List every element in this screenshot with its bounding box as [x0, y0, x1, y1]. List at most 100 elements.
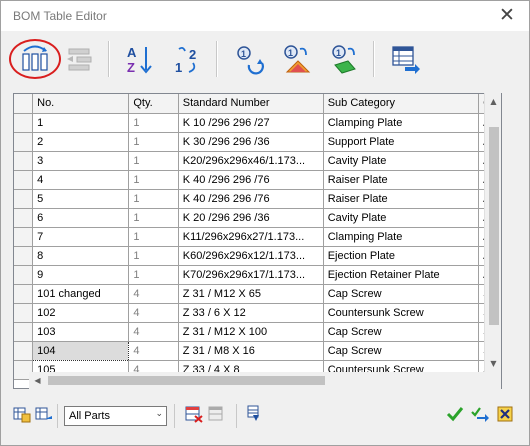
cell-no[interactable]: 5 [32, 189, 130, 209]
cell-qty[interactable]: 1 [128, 208, 179, 228]
table-row[interactable]: 41K 40 /296 296 /76Raiser PlateAs [14, 170, 501, 190]
table-row[interactable]: 9 1 K70/296x296x17/1.173... Ejection Retain… [14, 265, 501, 285]
cell-standard-number[interactable]: K 40 /296 296 /76 [178, 170, 324, 190]
export-level-button[interactable]: 1 [324, 39, 364, 79]
cell-qty[interactable]: 4 [128, 284, 179, 304]
table-row[interactable]: 71K11/296x296x27/1.173...Clamping PlateA… [14, 227, 501, 247]
cell-qty[interactable]: 1 [128, 170, 179, 190]
delete-row-button[interactable] [185, 405, 203, 423]
cell-standard-number[interactable]: K60/296x296x12/1.173... [178, 246, 324, 266]
horizontal-scrollbar[interactable]: ◀ ▶ [29, 372, 501, 389]
row-header[interactable] [14, 208, 34, 228]
table-row[interactable]: 51K 40 /296 296 /76Raiser PlateAs [14, 189, 501, 209]
cell-sub-category[interactable]: Cap Screw [323, 322, 480, 342]
ok-button[interactable] [446, 405, 464, 423]
cell-sub-category[interactable]: Clamping Plate [323, 227, 480, 247]
cell-no[interactable]: 4 [32, 170, 130, 190]
table-row[interactable]: 1024Z 33 / 6 X 12Countersunk ScrewSc [14, 303, 501, 323]
close-button[interactable]: ✕ [495, 4, 519, 28]
cell-qty[interactable]: 1 [128, 151, 179, 171]
table-row[interactable]: 1044Z 31 / M8 X 16Cap ScrewSc [14, 340, 501, 361]
cell-standard-number[interactable]: K11/296x296x27/1.173... [178, 227, 324, 247]
cell-sub-category[interactable]: Raiser Plate [323, 170, 480, 190]
cell-no[interactable]: 3 [32, 151, 130, 171]
refresh-button[interactable]: 1 [229, 39, 269, 79]
cell-no[interactable]: 1 [32, 113, 130, 133]
cell-standard-number[interactable]: K20/296x296x46/1.173... [178, 151, 324, 171]
row-header[interactable] [14, 246, 34, 266]
copy-row-button[interactable] [35, 405, 53, 423]
row-header[interactable] [14, 170, 34, 190]
column-header-sub-category[interactable]: Sub Category [323, 94, 480, 114]
cell-sub-category[interactable]: Clamping Plate [323, 113, 480, 133]
add-row-button[interactable] [13, 405, 31, 423]
table-row[interactable]: 11K 10 /296 296 /27Clamping PlateAs [14, 113, 501, 133]
row-header[interactable] [14, 227, 34, 247]
cell-standard-number[interactable]: K 30 /296 296 /36 [178, 132, 324, 152]
row-header[interactable] [14, 151, 34, 171]
column-header-standard-number[interactable]: Standard Number [178, 94, 324, 114]
apply-button[interactable] [471, 405, 489, 423]
table-row[interactable]: 81K60/296x296x12/1.173...Ejection PlateA… [14, 246, 501, 266]
cell-standard-number[interactable]: K70/296x296x17/1.173... [178, 265, 324, 285]
cell-no[interactable]: 6 [32, 208, 130, 228]
cell-no[interactable]: 103 [32, 322, 130, 342]
cell-qty[interactable]: 1 [128, 132, 179, 152]
cell-sub-category[interactable]: Cavity Plate [323, 151, 480, 171]
sort-az-button[interactable]: A Z [119, 39, 159, 79]
column-header-no[interactable]: No. [32, 94, 130, 114]
column-header-qty[interactable]: Qty. [128, 94, 179, 114]
cell-qty[interactable]: 1 [128, 265, 179, 285]
row-header[interactable] [14, 322, 34, 342]
cell-standard-number[interactable]: K 10 /296 296 /27 [178, 113, 324, 133]
cell-no[interactable]: 9 [32, 265, 130, 285]
row-header[interactable] [14, 341, 34, 361]
move-columns-button[interactable] [59, 39, 99, 79]
cell-standard-number[interactable]: Z 31 / M12 X 65 [178, 284, 324, 304]
cell-sub-category[interactable]: Support Plate [323, 132, 480, 152]
cell-sub-category[interactable]: Ejection Plate [323, 246, 480, 266]
cell-no[interactable]: 104 [32, 340, 130, 361]
export-table-button[interactable] [385, 39, 425, 79]
scroll-down-arrow[interactable]: ▼ [485, 355, 502, 372]
parts-filter-select[interactable]: All Parts ⌄ [64, 406, 167, 426]
sort-numeric-button[interactable]: 2 1 [167, 39, 207, 79]
cell-sub-category[interactable]: Ejection Retainer Plate [323, 265, 480, 285]
cell-qty[interactable]: 1 [128, 113, 179, 133]
cell-no[interactable]: 8 [32, 246, 130, 266]
cell-standard-number[interactable]: K 20 /296 296 /36 [178, 208, 324, 228]
exit-button[interactable] [496, 405, 514, 423]
row-header[interactable] [14, 303, 34, 323]
cell-qty[interactable]: 4 [128, 322, 179, 342]
cell-qty[interactable]: 4 [128, 341, 179, 361]
cell-no[interactable]: 2 [32, 132, 130, 152]
scroll-up-arrow[interactable]: ▲ [485, 93, 502, 110]
vertical-scroll-thumb[interactable] [489, 127, 499, 325]
cell-sub-category[interactable]: Cap Screw [323, 284, 480, 304]
disabled-row-button[interactable] [208, 405, 226, 423]
cell-standard-number[interactable]: K 40 /296 296 /76 [178, 189, 324, 209]
horizontal-scroll-thumb[interactable] [48, 376, 325, 385]
row-header[interactable] [14, 113, 34, 133]
cell-qty[interactable]: 1 [128, 189, 179, 209]
table-row[interactable]: 1034Z 31 / M12 X 100Cap ScrewSc [14, 322, 501, 342]
cell-sub-category[interactable]: Countersunk Screw [323, 303, 480, 323]
cell-qty[interactable]: 1 [128, 246, 179, 266]
cell-no[interactable]: 101 changed [32, 284, 130, 304]
row-header[interactable] [14, 284, 34, 304]
cell-qty[interactable]: 1 [128, 227, 179, 247]
insert-column-button[interactable] [15, 39, 55, 79]
download-button[interactable] [245, 405, 263, 423]
vertical-scrollbar[interactable]: ▲ ▼ [484, 93, 501, 372]
table-row[interactable]: 61K 20 /296 296 /36Cavity PlateAs [14, 208, 501, 228]
cell-sub-category[interactable]: Cavity Plate [323, 208, 480, 228]
cell-sub-category[interactable]: Cap Screw [323, 341, 480, 361]
cell-standard-number[interactable]: Z 31 / M8 X 16 [178, 341, 324, 361]
import-level-button[interactable]: 1 [276, 39, 316, 79]
row-header[interactable] [14, 189, 34, 209]
scroll-left-arrow[interactable]: ◀ [29, 372, 46, 389]
row-header[interactable] [14, 265, 34, 285]
table-row[interactable]: 21K 30 /296 296 /36Support PlateAs [14, 132, 501, 152]
cell-qty[interactable]: 4 [128, 303, 179, 323]
table-row[interactable]: 31K20/296x296x46/1.173...Cavity PlateAs [14, 151, 501, 171]
